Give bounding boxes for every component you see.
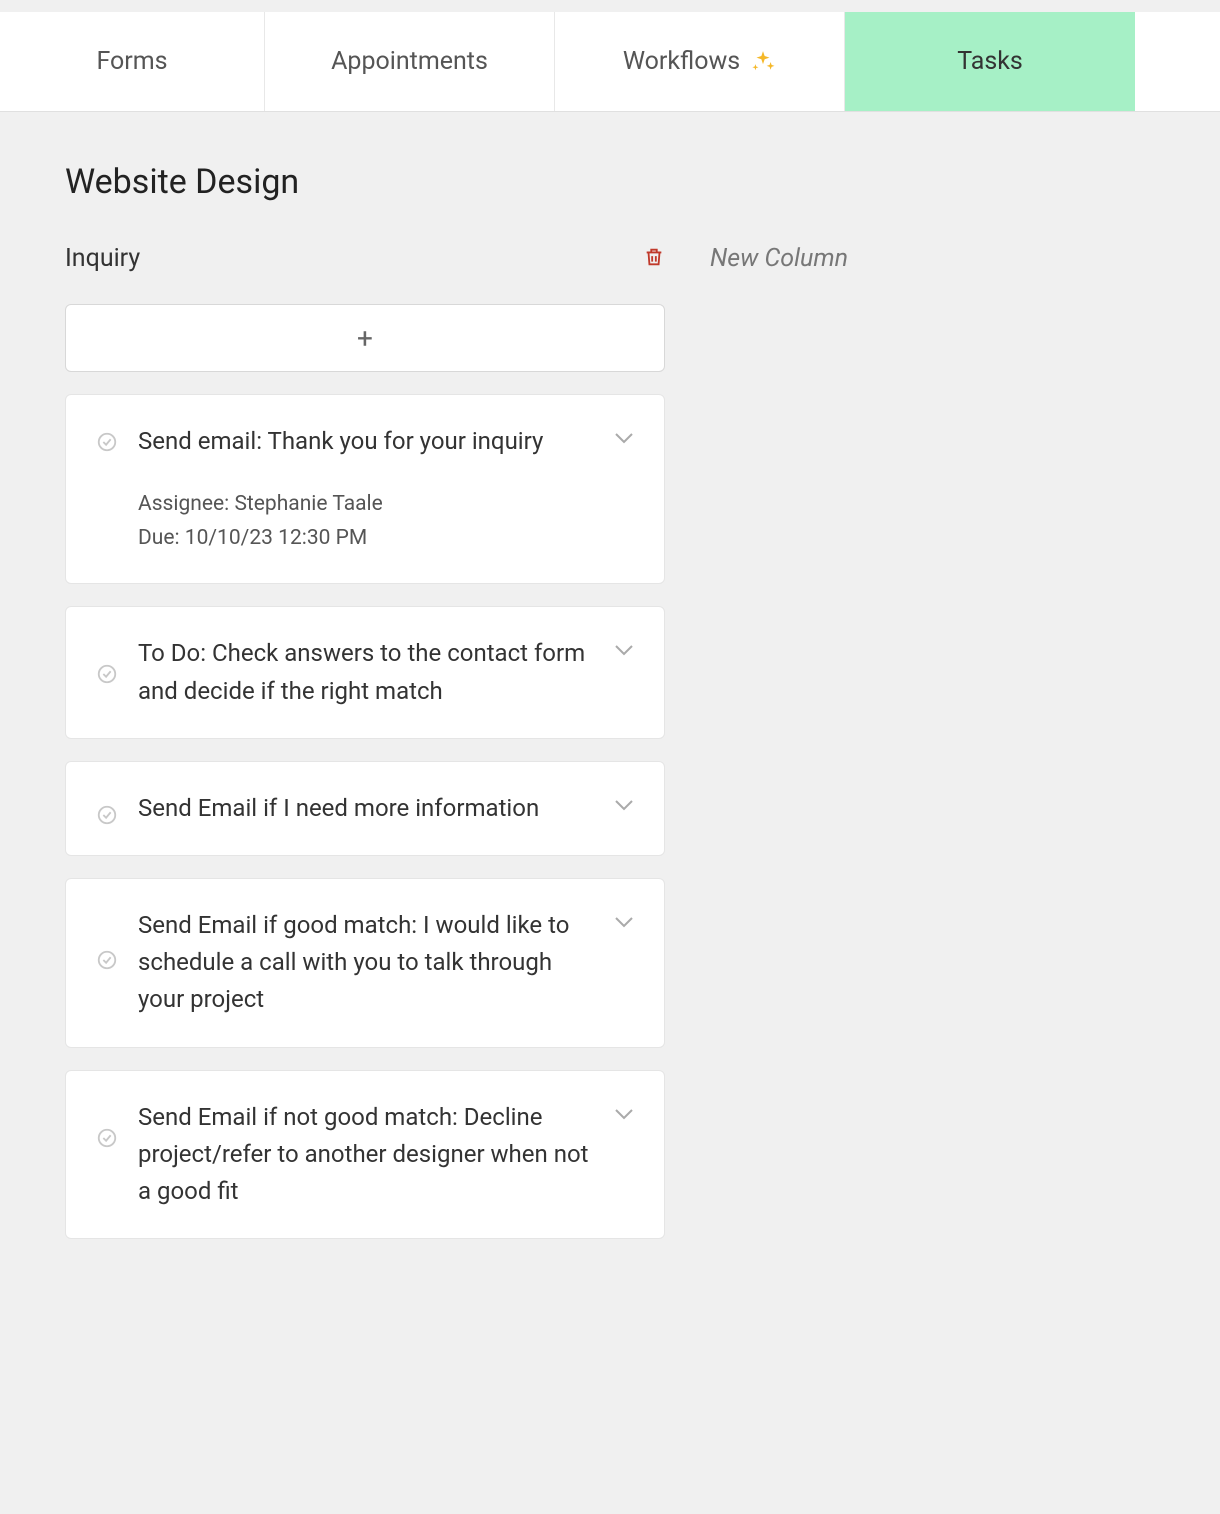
card-assignee: Assignee: Stephanie Taale — [138, 488, 594, 522]
chevron-down-icon[interactable] — [614, 641, 634, 653]
task-card[interactable]: Send Email if I need more information — [65, 761, 665, 856]
task-card[interactable]: Send Email if good match: I would like t… — [65, 878, 665, 1048]
check-circle-icon[interactable] — [96, 804, 118, 826]
new-column-label: New Column — [710, 244, 848, 273]
task-card[interactable]: To Do: Check answers to the contact form… — [65, 606, 665, 738]
card-meta: Assignee: Stephanie Taale Due: 10/10/23 … — [138, 488, 594, 555]
column-inquiry: Inquiry + Send email: Thank you for your… — [65, 242, 665, 1261]
card-body: Send Email if not good match: Decline pr… — [138, 1099, 634, 1211]
check-circle-icon[interactable] — [96, 431, 118, 453]
content-area: Website Design Inquiry + Send email: Tha… — [0, 112, 1220, 1311]
card-body: Send email: Thank you for your inquiry A… — [138, 423, 634, 555]
tab-label: Workflows — [623, 47, 740, 76]
check-circle-icon[interactable] — [96, 1127, 118, 1149]
card-title: Send Email if I need more information — [138, 790, 594, 827]
tab-label: Tasks — [957, 47, 1023, 76]
tab-tasks[interactable]: Tasks — [845, 12, 1135, 111]
chevron-down-icon[interactable] — [614, 913, 634, 925]
card-body: Send Email if I need more information — [138, 790, 634, 827]
check-circle-icon[interactable] — [96, 949, 118, 971]
tab-label: Forms — [96, 47, 167, 76]
plus-icon: + — [357, 322, 373, 355]
card-body: Send Email if good match: I would like t… — [138, 907, 634, 1019]
card-title: Send email: Thank you for your inquiry — [138, 423, 594, 460]
board: Inquiry + Send email: Thank you for your… — [65, 242, 1155, 1261]
tab-forms[interactable]: Forms — [0, 12, 265, 111]
tab-label: Appointments — [331, 47, 488, 76]
column-header: Inquiry — [65, 242, 665, 274]
sparkle-icon — [750, 49, 776, 75]
card-title: Send Email if not good match: Decline pr… — [138, 1099, 594, 1211]
trash-icon[interactable] — [643, 246, 665, 270]
card-due: Due: 10/10/23 12:30 PM — [138, 522, 594, 556]
task-card[interactable]: Send email: Thank you for your inquiry A… — [65, 394, 665, 584]
card-title: Send Email if good match: I would like t… — [138, 907, 594, 1019]
card-body: To Do: Check answers to the contact form… — [138, 635, 634, 709]
tabs-bar: Forms Appointments Workflows Tasks — [0, 12, 1220, 112]
page-title: Website Design — [65, 162, 1155, 202]
card-title: To Do: Check answers to the contact form… — [138, 635, 594, 709]
add-card-button[interactable]: + — [65, 304, 665, 372]
column-title: Inquiry — [65, 244, 140, 273]
new-column-button[interactable]: New Column — [710, 244, 848, 273]
chevron-down-icon[interactable] — [614, 796, 634, 808]
check-circle-icon[interactable] — [96, 663, 118, 685]
tab-appointments[interactable]: Appointments — [265, 12, 555, 111]
chevron-down-icon[interactable] — [614, 429, 634, 441]
chevron-down-icon[interactable] — [614, 1105, 634, 1117]
tab-workflows[interactable]: Workflows — [555, 12, 845, 111]
task-card[interactable]: Send Email if not good match: Decline pr… — [65, 1070, 665, 1240]
